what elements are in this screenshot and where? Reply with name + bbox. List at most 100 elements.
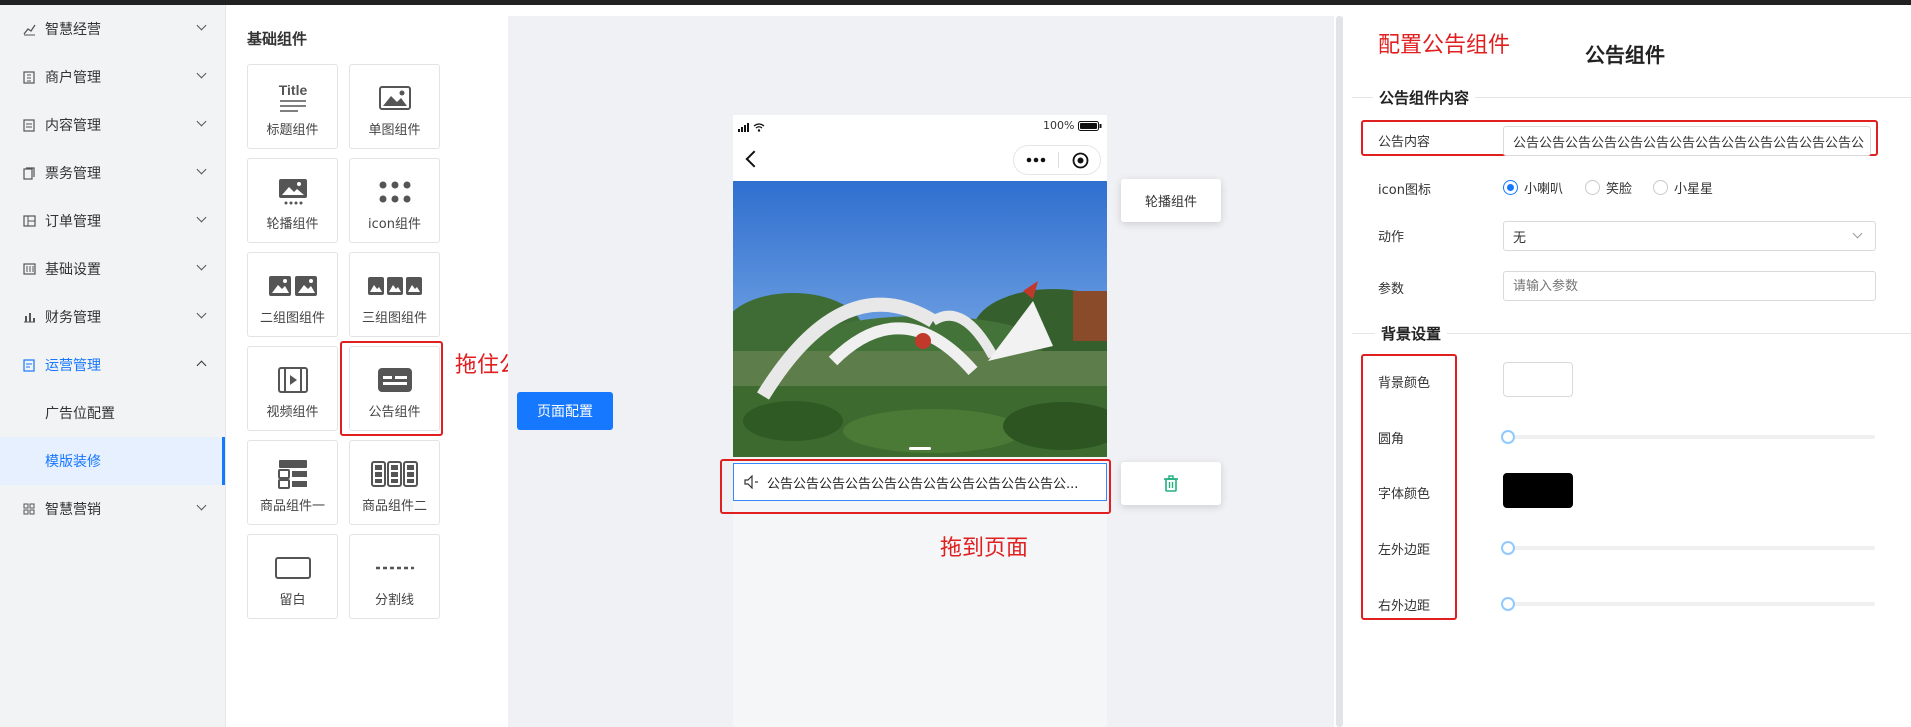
video-icon xyxy=(277,363,308,397)
tile-carousel-component[interactable]: 轮播组件 xyxy=(247,158,338,243)
palette-title: 基础组件 xyxy=(247,30,308,48)
section-background: 背景设置 xyxy=(1375,322,1448,344)
radio-unchecked-icon xyxy=(1585,180,1600,195)
page-config-button[interactable]: 页面配置 xyxy=(517,392,613,430)
sidebar-item-marketing[interactable]: 智慧营销 xyxy=(0,485,225,533)
product-list-icon xyxy=(277,457,308,491)
radio-label: 小喇叭 xyxy=(1524,182,1564,197)
marketing-grid-icon xyxy=(22,502,36,516)
ticket-icon xyxy=(22,166,36,180)
radio-speaker[interactable]: 小喇叭 xyxy=(1503,178,1563,197)
three-images-icon xyxy=(367,269,422,303)
tile-three-image-component[interactable]: 三组图组件 xyxy=(349,252,440,337)
section-title: 公告组件内容 xyxy=(1373,86,1476,108)
radio-smile[interactable]: 笑脸 xyxy=(1585,178,1632,197)
chevron-down-icon xyxy=(196,20,207,31)
carousel-banner-image[interactable] xyxy=(733,181,1107,457)
order-icon xyxy=(22,214,36,228)
annotation-configure: 配置公告组件 xyxy=(1378,33,1511,58)
tile-label: 三组图组件 xyxy=(361,311,427,326)
annotation-drag-to-page: 拖到页面 xyxy=(940,536,1029,561)
config-panel: 配置公告组件 公告组件 公告组件内容 公告内容 公告公告公告公告公告公告公告公告… xyxy=(1347,5,1911,727)
radius-slider-track[interactable] xyxy=(1508,435,1875,439)
annotation-box-notice-tile xyxy=(340,341,443,436)
radio-checked-icon xyxy=(1503,180,1518,195)
radio-unchecked-icon xyxy=(1653,180,1668,195)
sidebar-item-finance[interactable]: 财务管理 xyxy=(0,293,225,341)
right-margin-label: 右外边距 xyxy=(1378,599,1431,614)
product-columns-icon xyxy=(370,457,419,491)
two-images-icon xyxy=(268,269,317,303)
document-icon xyxy=(22,118,36,132)
mini-program-capsule xyxy=(1013,145,1101,175)
sidebar-item-merchant[interactable]: 商户管理 xyxy=(0,53,225,101)
close-target-icon[interactable] xyxy=(1072,152,1089,169)
action-select[interactable]: 无 xyxy=(1503,221,1876,251)
image-icon xyxy=(378,81,411,115)
tile-label: 商品组件二 xyxy=(361,499,427,514)
right-margin-slider-track[interactable] xyxy=(1508,602,1875,606)
tile-video-component[interactable]: 视频组件 xyxy=(247,346,338,431)
sidebar-item-order[interactable]: 订单管理 xyxy=(0,197,225,245)
sidebar-item-basic-settings[interactable]: 基础设置 xyxy=(0,245,225,293)
sidebar-item-label: 智慧营销 xyxy=(45,502,101,518)
sidebar-item-label: 票务管理 xyxy=(45,166,101,182)
sidebar-item-ticket[interactable]: 票务管理 xyxy=(0,149,225,197)
right-margin-slider-handle[interactable] xyxy=(1501,597,1515,611)
sidebar-item-smart-operation[interactable]: 智慧经营 xyxy=(0,5,225,53)
carousel-component-card[interactable]: 轮播组件 xyxy=(1121,179,1221,222)
signal-wifi-icon xyxy=(738,123,765,132)
capsule-divider xyxy=(1058,152,1059,168)
tile-divider-component[interactable]: 分割线 xyxy=(349,534,440,619)
sidebar-item-content[interactable]: 内容管理 xyxy=(0,101,225,149)
dots-grid-icon xyxy=(377,175,413,209)
sidebar-item-label: 内容管理 xyxy=(45,118,101,134)
carousel-icon xyxy=(278,175,308,209)
trash-icon[interactable] xyxy=(1163,475,1179,492)
chevron-down-icon xyxy=(1852,228,1863,239)
battery-icon xyxy=(1078,121,1102,131)
tile-two-image-component[interactable]: 二组图组件 xyxy=(247,252,338,337)
sidebar-subitem-ad-config[interactable]: 广告位配置 xyxy=(0,389,225,437)
radio-label: 小星星 xyxy=(1674,182,1714,197)
font-color-label: 字体颜色 xyxy=(1378,487,1431,502)
tile-product-one-component[interactable]: 商品组件一 xyxy=(247,440,338,525)
left-margin-label: 左外边距 xyxy=(1378,543,1431,558)
annotation-box-notice-bar xyxy=(720,459,1111,514)
tile-label: 视频组件 xyxy=(266,405,319,420)
back-arrow-icon[interactable] xyxy=(745,150,763,168)
chevron-down-icon xyxy=(196,260,207,271)
param-input[interactable] xyxy=(1503,271,1876,301)
radius-label: 圆角 xyxy=(1378,432,1405,447)
left-margin-slider-track[interactable] xyxy=(1508,546,1875,550)
tile-title-component[interactable]: Title 标题组件 xyxy=(247,64,338,149)
param-label: 参数 xyxy=(1378,282,1405,297)
radius-slider-handle[interactable] xyxy=(1501,430,1515,444)
delete-component-card[interactable] xyxy=(1121,462,1221,505)
more-dots-icon[interactable] xyxy=(1026,157,1046,163)
battery-percent: 100% xyxy=(1043,119,1075,132)
chart-line-icon xyxy=(22,22,36,36)
radio-star[interactable]: 小星星 xyxy=(1653,178,1713,197)
operation-icon xyxy=(22,358,36,372)
font-color-picker[interactable] xyxy=(1503,473,1573,508)
phone-status-bar: 100% xyxy=(733,115,1107,137)
tile-blank-component[interactable]: 留白 xyxy=(247,534,338,619)
sidebar-subitem-template-decoration[interactable]: 模版装修 xyxy=(0,437,225,485)
phone-preview: 100% 公告公告公告公告公告公告公告公告公告公告公告公... xyxy=(733,115,1107,727)
chevron-up-icon xyxy=(196,360,207,371)
tile-label: 二组图组件 xyxy=(259,311,325,326)
canvas-scrollbar[interactable] xyxy=(1336,16,1343,727)
notice-content-input[interactable]: 公告公告公告公告公告公告公告公告公告公告公告公告公告公 xyxy=(1503,126,1871,156)
title-icon: Title xyxy=(276,81,310,115)
sidebar-item-operations[interactable]: 运营管理 xyxy=(0,341,225,389)
tile-icon-component[interactable]: icon组件 xyxy=(349,158,440,243)
tile-single-image-component[interactable]: 单图组件 xyxy=(349,64,440,149)
bg-color-picker[interactable] xyxy=(1503,362,1573,397)
chevron-down-icon xyxy=(196,68,207,79)
left-margin-slider-handle[interactable] xyxy=(1501,541,1515,555)
settings-grid-icon xyxy=(22,262,36,276)
sidebar-item-label: 商户管理 xyxy=(45,70,101,86)
tile-product-two-component[interactable]: 商品组件二 xyxy=(349,440,440,525)
sidebar-item-label: 智慧经营 xyxy=(45,22,101,38)
